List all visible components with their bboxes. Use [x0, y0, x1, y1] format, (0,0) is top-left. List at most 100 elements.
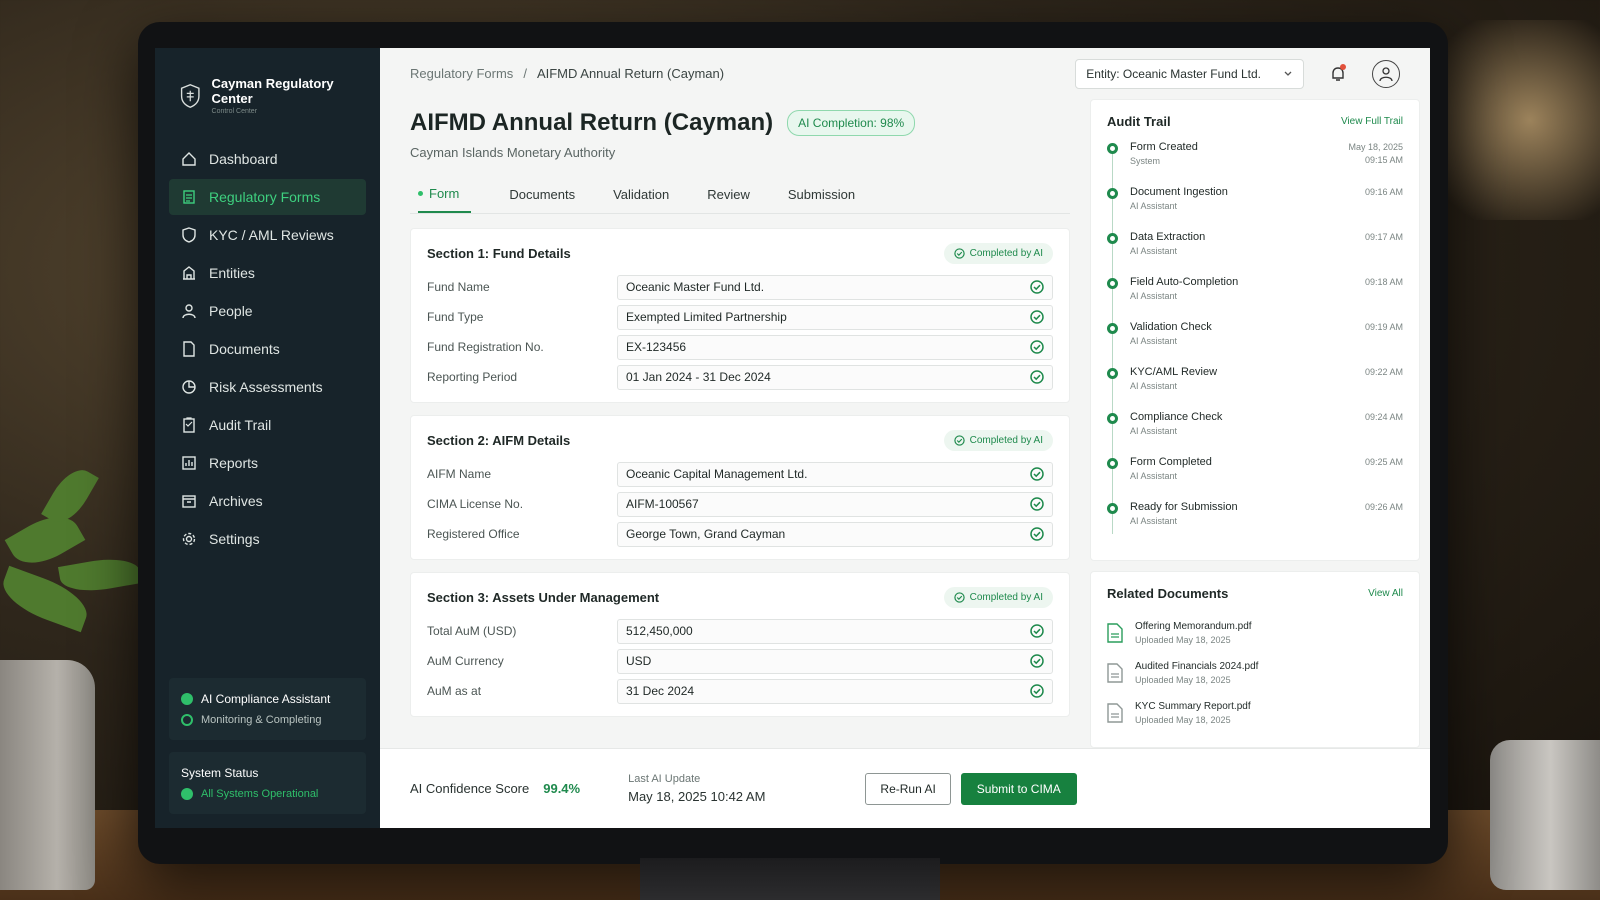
- field-fund-registration: Fund Registration No. EX-123456: [427, 332, 1053, 362]
- sidebar-item-audit-trail[interactable]: Audit Trail: [169, 407, 366, 443]
- tab-form[interactable]: Form: [418, 186, 472, 213]
- fund-name-input[interactable]: Oceanic Master Fund Ltd.: [617, 274, 1053, 300]
- audit-item: Document Ingestion AI Assistant 09:16 AM: [1107, 186, 1403, 231]
- related-documents-title: Related Documents: [1107, 586, 1229, 601]
- audit-trail-title: Audit Trail: [1107, 114, 1171, 129]
- check-circle-icon: [1030, 624, 1044, 638]
- sidebar-item-people[interactable]: People: [169, 293, 366, 329]
- sidebar-item-risk-assessments[interactable]: Risk Assessments: [169, 369, 366, 405]
- audit-event-name: Document Ingestion: [1130, 186, 1228, 198]
- timeline-dot-icon: [1107, 458, 1118, 469]
- timeline-dot-icon: [1107, 188, 1118, 199]
- breadcrumb: Regulatory Forms / AIFMD Annual Return (…: [410, 66, 724, 81]
- sidebar-item-dashboard[interactable]: Dashboard: [169, 141, 366, 177]
- registered-office-input[interactable]: George Town, Grand Cayman: [617, 521, 1053, 547]
- sidebar-item-label: Documents: [209, 341, 280, 357]
- section-fund-details: Section 1: Fund Details Completed by AI …: [410, 228, 1070, 403]
- audit-event-time: 09:24 AM: [1364, 412, 1403, 422]
- brand-title: Cayman Regulatory Center: [211, 76, 334, 106]
- sidebar-item-label: Archives: [209, 493, 263, 509]
- timeline-dot-icon: [1107, 323, 1118, 334]
- cima-license-input[interactable]: AIFM-100567: [617, 491, 1053, 517]
- timeline-dot-icon: [1107, 278, 1118, 289]
- timeline-dot-icon: [1107, 368, 1118, 379]
- pdf-icon: [1107, 663, 1123, 683]
- tab-validation[interactable]: Validation: [613, 186, 669, 213]
- last-update-label: Last AI Update: [628, 773, 701, 785]
- field-aum-as-at: AuM as at 31 Dec 2024: [427, 676, 1053, 706]
- audit-event-time: 09:18 AM: [1364, 277, 1403, 287]
- audit-trail-list: Form Created System May 18, 2025 09:15 AM …: [1107, 141, 1403, 546]
- sidebar-item-label: Risk Assessments: [209, 379, 323, 395]
- status-dot-icon: [181, 788, 193, 800]
- form-sections: Section 1: Fund Details Completed by AI …: [410, 228, 1070, 717]
- status-ring-icon: [181, 714, 193, 726]
- last-update: Last AI Update May 18, 2025 10:42 AM: [628, 773, 765, 804]
- sidebar-item-regulatory-forms[interactable]: Regulatory Forms: [169, 179, 366, 215]
- sidebar-item-documents[interactable]: Documents: [169, 331, 366, 367]
- check-circle-icon: [953, 592, 965, 603]
- view-all-link[interactable]: View All: [1368, 588, 1403, 599]
- ai-assistant-card[interactable]: AI Compliance Assistant Monitoring & Com…: [169, 678, 366, 740]
- user-icon: [1379, 66, 1393, 81]
- fund-type-input[interactable]: Exempted Limited Partnership: [617, 304, 1053, 330]
- form-icon: [183, 190, 195, 204]
- document-name: KYC Summary Report.pdf: [1135, 701, 1251, 712]
- field-cima-license: CIMA License No. AIFM-100567: [427, 489, 1053, 519]
- aifm-name-input[interactable]: Oceanic Capital Management Ltd.: [617, 461, 1053, 487]
- tab-label: Submission: [787, 187, 856, 202]
- document-item[interactable]: Audited Financials 2024.pdf Uploaded May …: [1107, 653, 1403, 693]
- tab-review[interactable]: Review: [707, 186, 750, 213]
- section-aifm-details: Section 2: AIFM Details Completed by AI …: [410, 415, 1070, 560]
- total-aum-input[interactable]: 512,450,000: [617, 618, 1053, 644]
- archive-icon: [182, 495, 196, 508]
- field-label: AIFM Name: [427, 467, 492, 481]
- sidebar-nav: Dashboard Regulatory Forms KYC / AML Rev…: [169, 141, 366, 557]
- audit-item: KYC/AML Review AI Assistant 09:22 AM: [1107, 366, 1403, 411]
- confidence-label: AI Confidence Score: [410, 781, 530, 796]
- audit-event-actor: AI Assistant: [1130, 291, 1178, 301]
- brand[interactable]: Cayman Regulatory Center Control Center: [169, 70, 366, 141]
- check-circle-icon: [953, 435, 965, 446]
- check-circle-icon: [1030, 684, 1044, 698]
- gear-icon: [182, 532, 196, 546]
- aum-as-at-input[interactable]: 31 Dec 2024: [617, 678, 1053, 704]
- sidebar-item-kyc-aml[interactable]: KYC / AML Reviews: [169, 217, 366, 253]
- field-label: CIMA License No.: [427, 497, 524, 511]
- document-name: Audited Financials 2024.pdf: [1135, 661, 1259, 672]
- field-reporting-period: Reporting Period 01 Jan 2024 - 31 Dec 20…: [427, 362, 1053, 392]
- aum-currency-input[interactable]: USD: [617, 648, 1053, 674]
- submit-to-cima-button[interactable]: Submit to CIMA: [960, 772, 1077, 805]
- field-value: 01 Jan 2024 - 31 Dec 2024: [626, 370, 771, 384]
- tab-documents[interactable]: Documents: [509, 186, 575, 213]
- notifications-button[interactable]: [1326, 62, 1350, 86]
- tab-submission[interactable]: Submission: [788, 186, 855, 213]
- tab-label: Review: [707, 187, 750, 202]
- check-circle-icon: [953, 248, 965, 259]
- breadcrumb-parent[interactable]: Regulatory Forms: [410, 66, 513, 81]
- ai-completion-badge: AI Completion: 98%: [787, 110, 916, 136]
- fund-registration-input[interactable]: EX-123456: [617, 334, 1053, 360]
- sidebar-item-archives[interactable]: Archives: [169, 483, 366, 519]
- assistant-title: AI Compliance Assistant: [201, 692, 331, 706]
- entity-select[interactable]: Entity: Oceanic Master Fund Ltd.: [1075, 58, 1304, 89]
- field-label: Fund Registration No.: [427, 340, 544, 354]
- coffee-mug: [1490, 740, 1600, 890]
- sidebar-item-settings[interactable]: Settings: [169, 521, 366, 557]
- rerun-ai-button[interactable]: Re-Run AI: [865, 772, 951, 805]
- timeline-dot-icon: [1107, 233, 1118, 244]
- document-icon: [183, 341, 195, 357]
- sidebar-item-reports[interactable]: Reports: [169, 445, 366, 481]
- badge-label: Completed by AI: [969, 435, 1043, 446]
- document-item[interactable]: KYC Summary Report.pdf Uploaded May 18, 2…: [1107, 693, 1403, 733]
- document-item[interactable]: Offering Memorandum.pdf Uploaded May 18, …: [1107, 613, 1403, 653]
- sidebar-item-entities[interactable]: Entities: [169, 255, 366, 291]
- user-avatar-button[interactable]: [1372, 59, 1400, 88]
- form-footer: AI Confidence Score 99.4% Last AI Update…: [380, 748, 1430, 828]
- section-title: Section 3: Assets Under Management: [427, 590, 660, 605]
- brand-subtitle: Control Center: [211, 108, 258, 115]
- reporting-period-input[interactable]: 01 Jan 2024 - 31 Dec 2024: [617, 364, 1053, 390]
- audit-item: Compliance Check AI Assistant 09:24 AM: [1107, 411, 1403, 456]
- sidebar: Cayman Regulatory Center Control Center …: [155, 48, 380, 828]
- view-full-trail-link[interactable]: View Full Trail: [1341, 116, 1403, 127]
